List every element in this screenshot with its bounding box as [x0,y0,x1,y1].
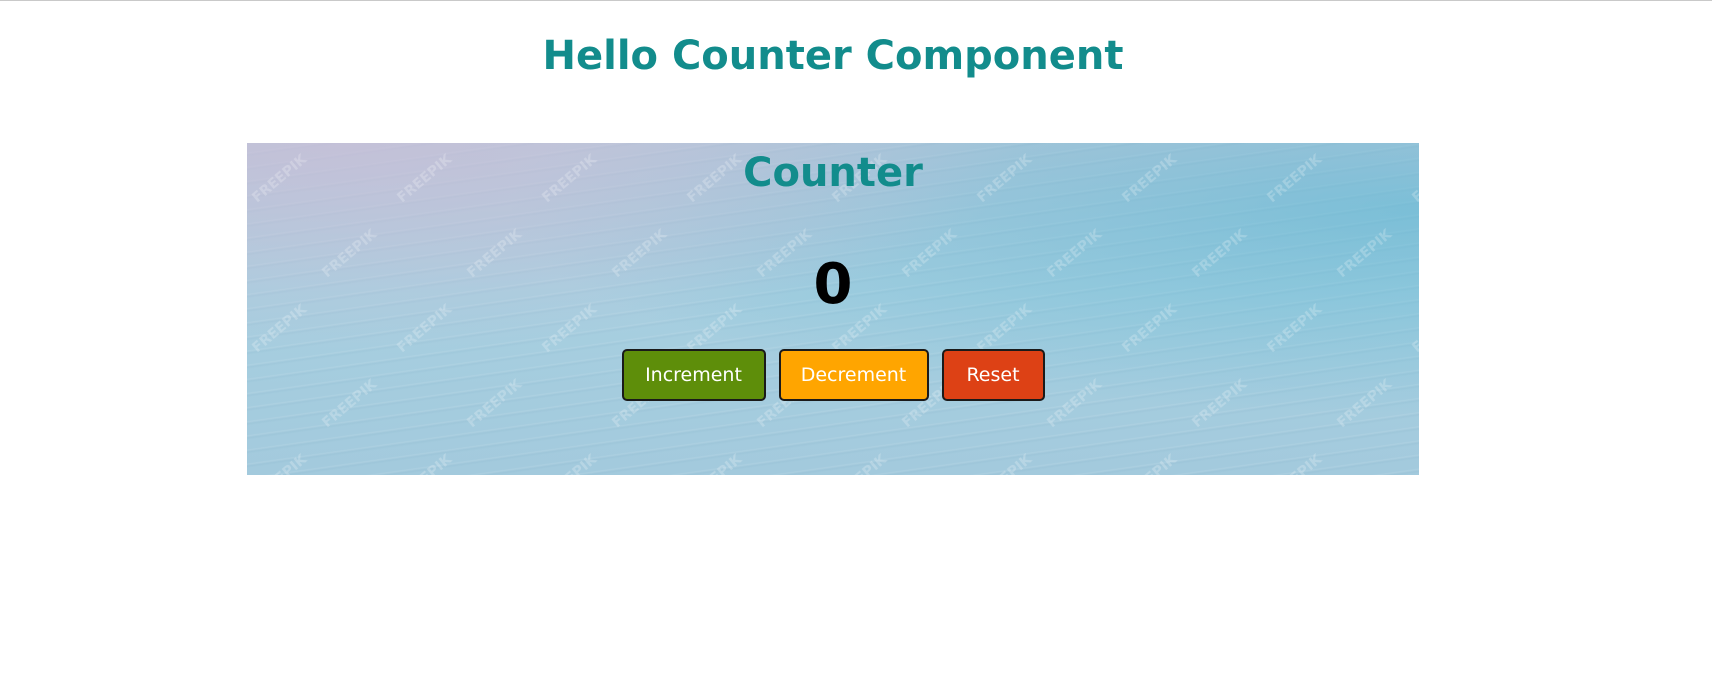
watermark-text: FREEPIK [1264,451,1326,475]
watermark-text: FREEPIK [1409,451,1419,475]
increment-button[interactable]: Increment [621,349,766,401]
reset-button[interactable]: Reset [941,349,1045,401]
watermark-text: FREEPIK [249,451,311,475]
watermark-text: FREEPIK [539,451,601,475]
button-row: Increment Decrement Reset [247,349,1419,401]
counter-title: Counter [743,150,923,196]
watermark-text: FREEPIK [1119,451,1181,475]
counter-card: FREEPIK FREEPIK FREEPIK FREEPIK FREEPIK FREEP… [247,143,1419,475]
watermark-text: FREEPIK [394,451,456,475]
page-title: Hello Counter Component [542,33,1124,79]
decrement-button[interactable]: Decrement [778,349,929,401]
watermark-text: FREEPIK [974,451,1036,475]
watermark-text: FREEPIK [829,451,891,475]
watermark-text: FREEPIK [684,451,746,475]
top-divider [0,0,1712,1]
count-display: 0 [813,252,853,317]
